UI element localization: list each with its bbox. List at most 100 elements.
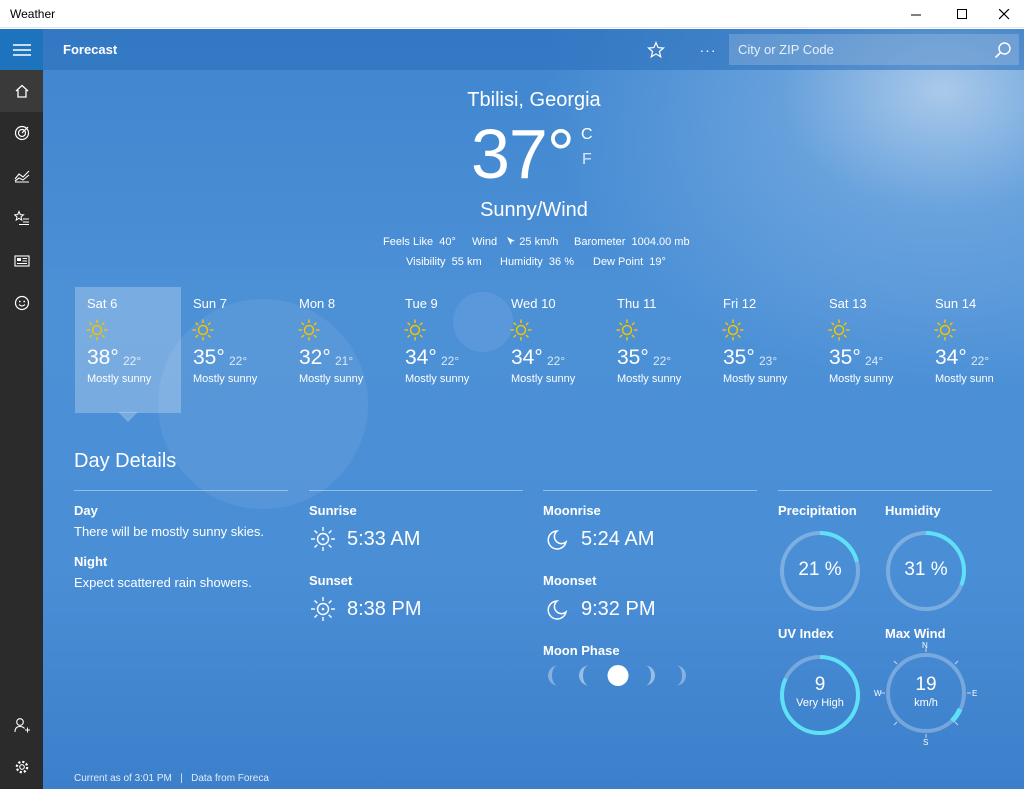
compass-east: E <box>972 689 978 698</box>
footer: Current as of 3:01 PM | Data from Foreca <box>74 773 269 784</box>
forecast-day-name: Thu 11 <box>617 296 657 311</box>
smiley-icon <box>14 295 29 311</box>
person-add-icon <box>13 718 30 733</box>
forecast-high: 38° <box>87 346 119 369</box>
weather-app: Forecast ··· Tbilisi, Georgia 37° C F Su… <box>0 29 1024 789</box>
nav-maps[interactable] <box>0 112 43 154</box>
wind-direction-icon <box>507 237 516 245</box>
max-wind-unit: km/h <box>914 697 938 709</box>
forecast-low: 22° <box>971 354 990 368</box>
uv-index-description: Very High <box>796 697 844 709</box>
moonrise-label: Moonrise <box>543 503 601 518</box>
maximize-button[interactable] <box>939 0 985 28</box>
nav-news[interactable] <box>0 240 43 282</box>
forecast-low: 21° <box>335 354 354 368</box>
close-icon <box>998 8 1009 19</box>
forecast-day[interactable]: Sat 13 35° 24° Mostly sunny <box>817 287 923 413</box>
humidity-detail-label: Humidity <box>885 503 941 518</box>
feels-like-label: Feels Like <box>383 236 434 248</box>
forecast-day-name: Sun 7 <box>193 296 227 311</box>
star-icon <box>647 41 665 59</box>
humidity-label: Humidity <box>500 256 543 268</box>
precipitation-value: 21 % <box>798 559 842 580</box>
nav-places[interactable] <box>0 197 43 239</box>
uv-index-value: 9 <box>814 674 826 695</box>
moonset-icon <box>547 600 568 620</box>
sunset-icon <box>311 597 335 621</box>
forecast-day[interactable]: Thu 11 35° 22° Mostly sunny <box>605 287 711 413</box>
wind-value: 25 km/h <box>519 236 559 248</box>
unit-celsius[interactable]: C <box>581 126 593 144</box>
nav-account[interactable] <box>0 704 43 746</box>
more-options-button[interactable]: ··· <box>695 37 721 63</box>
current-temperature: 37° <box>471 115 575 193</box>
hamburger-icon <box>12 43 31 56</box>
forecast-high: 34° <box>405 346 437 369</box>
night-label: Night <box>74 554 108 569</box>
forecast-condition: Mostly sunn <box>935 373 994 385</box>
visibility-label: Visibility <box>406 256 446 268</box>
forecast-high: 35° <box>193 346 225 369</box>
forecast-day-name: Wed 10 <box>511 296 556 311</box>
last-updated: Current as of 3:01 PM <box>74 773 172 784</box>
unit-fahrenheit[interactable]: F <box>582 151 592 169</box>
forecast-day-name: Sat 13 <box>829 296 867 311</box>
max-wind-value: 19 <box>915 674 937 695</box>
search-button[interactable] <box>991 38 1015 62</box>
day-label: Day <box>74 503 98 518</box>
nav-feedback[interactable] <box>0 282 43 324</box>
data-source-link[interactable]: Data from Foreca <box>191 773 269 784</box>
dew-point-value: 19° <box>649 256 666 268</box>
forecast-day[interactable]: Sat 6 38° 22° Mostly sunny <box>75 287 181 413</box>
sun-icon <box>86 319 108 341</box>
maximize-icon <box>956 8 967 19</box>
favorite-button[interactable] <box>643 37 669 63</box>
menu-button[interactable] <box>0 29 43 70</box>
sun-icon <box>298 319 320 341</box>
wind-direction-arc <box>950 707 963 723</box>
minimize-button[interactable] <box>893 0 939 28</box>
moon-phase-last-quarter <box>645 665 655 686</box>
night-summary: Expect scattered rain showers. <box>74 575 252 590</box>
forecast-day[interactable]: Sun 14 34° 22° Mostly sunn <box>923 287 1024 413</box>
moon-phase-first-quarter <box>579 665 589 686</box>
nav-forecast[interactable] <box>0 70 43 112</box>
compass-north: N <box>922 641 928 650</box>
sun-icon <box>934 319 956 341</box>
sun-icon <box>510 319 532 341</box>
nav-settings[interactable] <box>0 746 43 788</box>
forecast-low: 23° <box>759 354 778 368</box>
forecast-high: 32° <box>299 346 331 369</box>
forecast-low: 22° <box>441 354 460 368</box>
forecast-day-name: Tue 9 <box>405 296 438 311</box>
footer-separator: | <box>180 773 183 784</box>
gear-icon <box>15 760 28 774</box>
forecast-condition: Mostly sunny <box>405 373 470 385</box>
forecast-condition: Mostly sunny <box>87 373 152 385</box>
radar-icon <box>14 125 29 141</box>
nav-historical[interactable] <box>0 155 43 197</box>
dew-point-label: Dew Point <box>593 256 644 268</box>
forecast-condition: Mostly sunny <box>299 373 364 385</box>
forecast-condition: Mostly sunny <box>193 373 258 385</box>
forecast-day[interactable]: Wed 10 34° 22° Mostly sunny <box>499 287 605 413</box>
visibility-value: 55 km <box>451 256 482 268</box>
close-button[interactable] <box>981 0 1024 28</box>
forecast-day[interactable]: Tue 9 34° 22° Mostly sunny <box>393 287 499 413</box>
forecast-condition: Mostly sunny <box>829 373 894 385</box>
news-icon <box>13 255 30 267</box>
forecast-day[interactable]: Sun 7 35° 22° Mostly sunny <box>181 287 287 413</box>
moonrise-icon <box>547 530 568 550</box>
forecast-condition: Mostly sunny <box>511 373 576 385</box>
forecast-low: 22° <box>547 354 566 368</box>
forecast-high: 34° <box>935 346 967 369</box>
forecast-high: 34° <box>511 346 543 369</box>
favorites-list-icon <box>13 210 29 225</box>
sun-icon <box>404 319 426 341</box>
search-icon <box>994 42 1011 59</box>
search-input[interactable] <box>729 34 979 65</box>
forecast-day[interactable]: Mon 8 32° 21° Mostly sunny <box>287 287 393 413</box>
forecast-day[interactable]: Fri 12 35° 23° Mostly sunny <box>711 287 817 413</box>
chart-icon <box>14 170 29 183</box>
sunset-time: 8:38 PM <box>347 598 422 620</box>
